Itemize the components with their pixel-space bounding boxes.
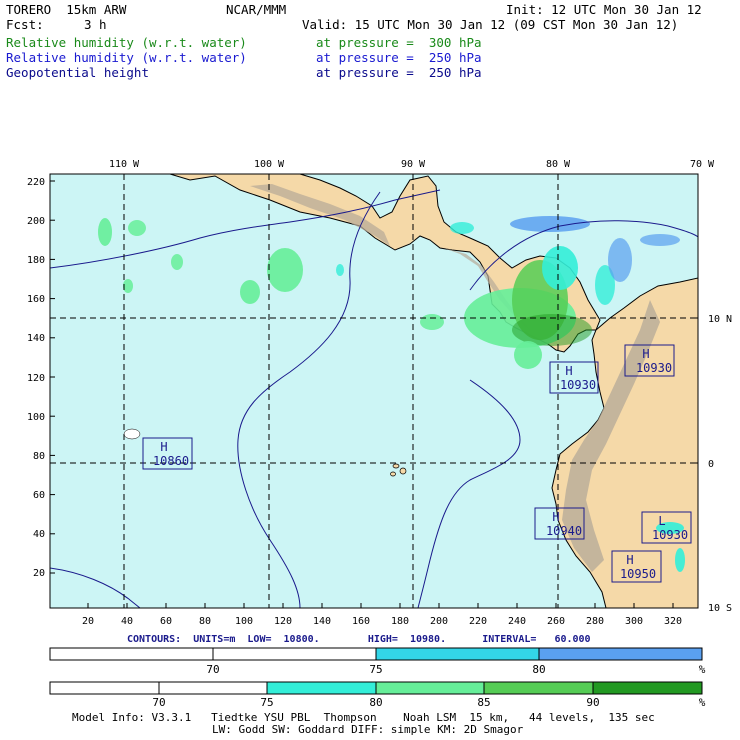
center-4-value: 10940	[546, 524, 582, 538]
contour-info: CONTOURS: UNITS=m LOW= 10800. HIGH= 1098…	[127, 634, 591, 645]
x-tick-label: 140	[313, 616, 331, 627]
cbar2-label: 85	[477, 696, 490, 709]
colorbar-rh-300	[49, 681, 703, 695]
x-tick-label: 200	[430, 616, 448, 627]
right-lat-label: 0	[708, 459, 714, 470]
x-tick-label: 20	[82, 616, 94, 627]
cbar2-bin	[483, 681, 594, 695]
center-4-type: H	[552, 510, 559, 524]
cbar2-unit: %	[699, 696, 706, 709]
cbar1-bin	[375, 647, 540, 661]
cbar1-bin	[538, 647, 703, 661]
top-lon-label: 80 W	[546, 159, 571, 170]
y-tick-label: 80	[33, 451, 45, 462]
x-tick-label: 100	[235, 616, 253, 627]
top-lon-label: 90 W	[401, 159, 426, 170]
cbar1-label: 75	[369, 663, 382, 676]
cbar2-label: 80	[369, 696, 382, 709]
top-lon-label: 70 W	[690, 159, 715, 170]
center-6-type: H	[626, 553, 633, 567]
weather-map: H 10860 H 10930 H 10930 H 10940 L 10930 …	[27, 159, 732, 709]
cbar2-bin	[592, 681, 703, 695]
x-tick-label: 40	[121, 616, 133, 627]
right-lat-label: 10 N	[708, 314, 732, 325]
cbar1-label: 70	[206, 663, 219, 676]
y-tick-label: 180	[27, 255, 45, 266]
cbar2-label: 75	[260, 696, 273, 709]
y-tick-label: 20	[33, 568, 45, 579]
colorbar-rh-250	[49, 647, 703, 661]
y-tick-label: 60	[33, 490, 45, 501]
cbar2-label: 90	[586, 696, 599, 709]
x-tick-label: 280	[586, 616, 604, 627]
center-5-type: L	[658, 514, 665, 528]
top-lon-label: 100 W	[254, 159, 285, 170]
x-tick-label: 220	[469, 616, 487, 627]
x-tick-label: 320	[664, 616, 682, 627]
y-tick-label: 100	[27, 412, 45, 423]
center-1-value: 10860	[153, 454, 189, 468]
center-3-type: H	[642, 347, 649, 361]
center-5-value: 10930	[652, 528, 688, 542]
cbar1-unit: %	[699, 663, 706, 676]
cbar2-bin	[49, 681, 160, 695]
center-6-value: 10950	[620, 567, 656, 581]
y-tick-label: 160	[27, 294, 45, 305]
y-tick-label: 140	[27, 333, 45, 344]
right-lat-label: 10 S	[708, 603, 732, 614]
x-tick-label: 300	[625, 616, 643, 627]
cbar1-bin	[49, 647, 214, 661]
x-tick-label: 120	[274, 616, 292, 627]
y-tick-label: 120	[27, 373, 45, 384]
center-3-value: 10930	[636, 361, 672, 375]
y-tick-label: 40	[33, 529, 45, 540]
y-tick-label: 220	[27, 177, 45, 188]
x-tick-label: 180	[391, 616, 409, 627]
center-2-type: H	[565, 364, 572, 378]
x-tick-label: 160	[352, 616, 370, 627]
cbar1-label: 80	[532, 663, 545, 676]
x-tick-label: 240	[508, 616, 526, 627]
x-tick-label: 80	[199, 616, 211, 627]
top-lon-label: 110 W	[109, 159, 140, 170]
x-tick-label: 60	[160, 616, 172, 627]
x-tick-label: 260	[547, 616, 565, 627]
cbar2-bin	[158, 681, 268, 695]
cbar1-bin	[212, 647, 377, 661]
center-1-type: H	[160, 440, 167, 454]
cbar2-bin	[266, 681, 377, 695]
center-2-value: 10930	[560, 378, 596, 392]
y-tick-label: 200	[27, 216, 45, 227]
cbar2-bin	[375, 681, 485, 695]
cbar2-label: 70	[152, 696, 165, 709]
model-info-line-2: LW: Godd SW: Goddard DIFF: simple KM: 2D…	[212, 723, 524, 736]
